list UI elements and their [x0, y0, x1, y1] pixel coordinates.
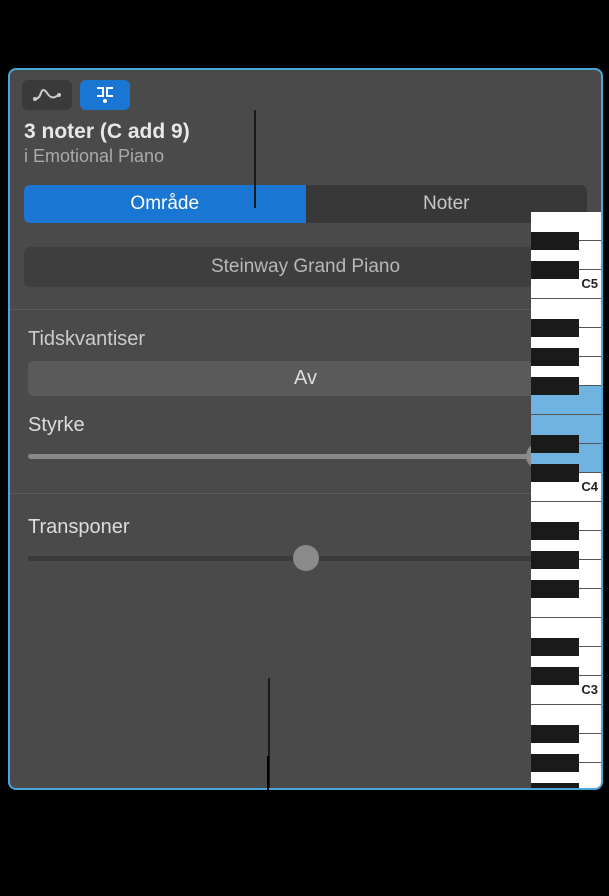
black-key[interactable]: [531, 522, 579, 540]
velocity-label: Styrke: [28, 414, 85, 437]
instrument-button[interactable]: Steinway Grand Piano: [24, 247, 587, 287]
inspector-panel: 3 noter (C add 9) i Emotional Piano Områ…: [8, 68, 603, 790]
black-key[interactable]: [531, 435, 579, 453]
selection-subtitle: i Emotional Piano: [24, 146, 587, 167]
midi-in-button[interactable]: [80, 80, 130, 110]
callout-line-top: [254, 0, 256, 68]
black-key[interactable]: [531, 377, 579, 395]
black-key[interactable]: [531, 464, 579, 482]
transpose-thumb[interactable]: [293, 545, 319, 571]
black-key[interactable]: [531, 319, 579, 337]
black-key[interactable]: [531, 638, 579, 656]
black-key[interactable]: [531, 580, 579, 598]
black-key[interactable]: [531, 232, 579, 250]
transpose-section: Transponer 0: [10, 494, 601, 567]
piano-keyboard[interactable]: C5 C4 C3: [531, 212, 601, 788]
automation-icon: [33, 87, 61, 103]
velocity-slider[interactable]: [28, 447, 583, 465]
transpose-label: Transponer: [28, 516, 130, 539]
tab-region[interactable]: Område: [24, 185, 306, 223]
quantize-select[interactable]: Av ▲▼: [28, 361, 583, 396]
selection-info: 3 noter (C add 9) i Emotional Piano: [10, 120, 601, 179]
black-key[interactable]: [531, 348, 579, 366]
automation-button[interactable]: [22, 80, 72, 110]
quantize-value: Av: [294, 367, 317, 390]
black-key[interactable]: [531, 754, 579, 772]
quantize-section: Tidskvantiser Av ▲▼: [10, 310, 601, 396]
black-key[interactable]: [531, 261, 579, 279]
tab-control: Område Noter: [24, 185, 587, 223]
instrument-row: Steinway Grand Piano: [24, 247, 587, 287]
quantize-label: Tidskvantiser: [28, 328, 583, 351]
callout-line-inner-top: [254, 110, 256, 208]
callout-line-bottom: [267, 756, 269, 896]
black-key[interactable]: [531, 725, 579, 743]
transpose-slider[interactable]: [28, 549, 583, 567]
velocity-section: Styrke 100: [10, 396, 601, 465]
black-key[interactable]: [531, 667, 579, 685]
toolbar: [10, 70, 601, 120]
black-key[interactable]: [531, 551, 579, 569]
midi-in-icon: [91, 86, 119, 104]
black-key[interactable]: [531, 783, 579, 790]
selection-title: 3 noter (C add 9): [24, 120, 587, 144]
